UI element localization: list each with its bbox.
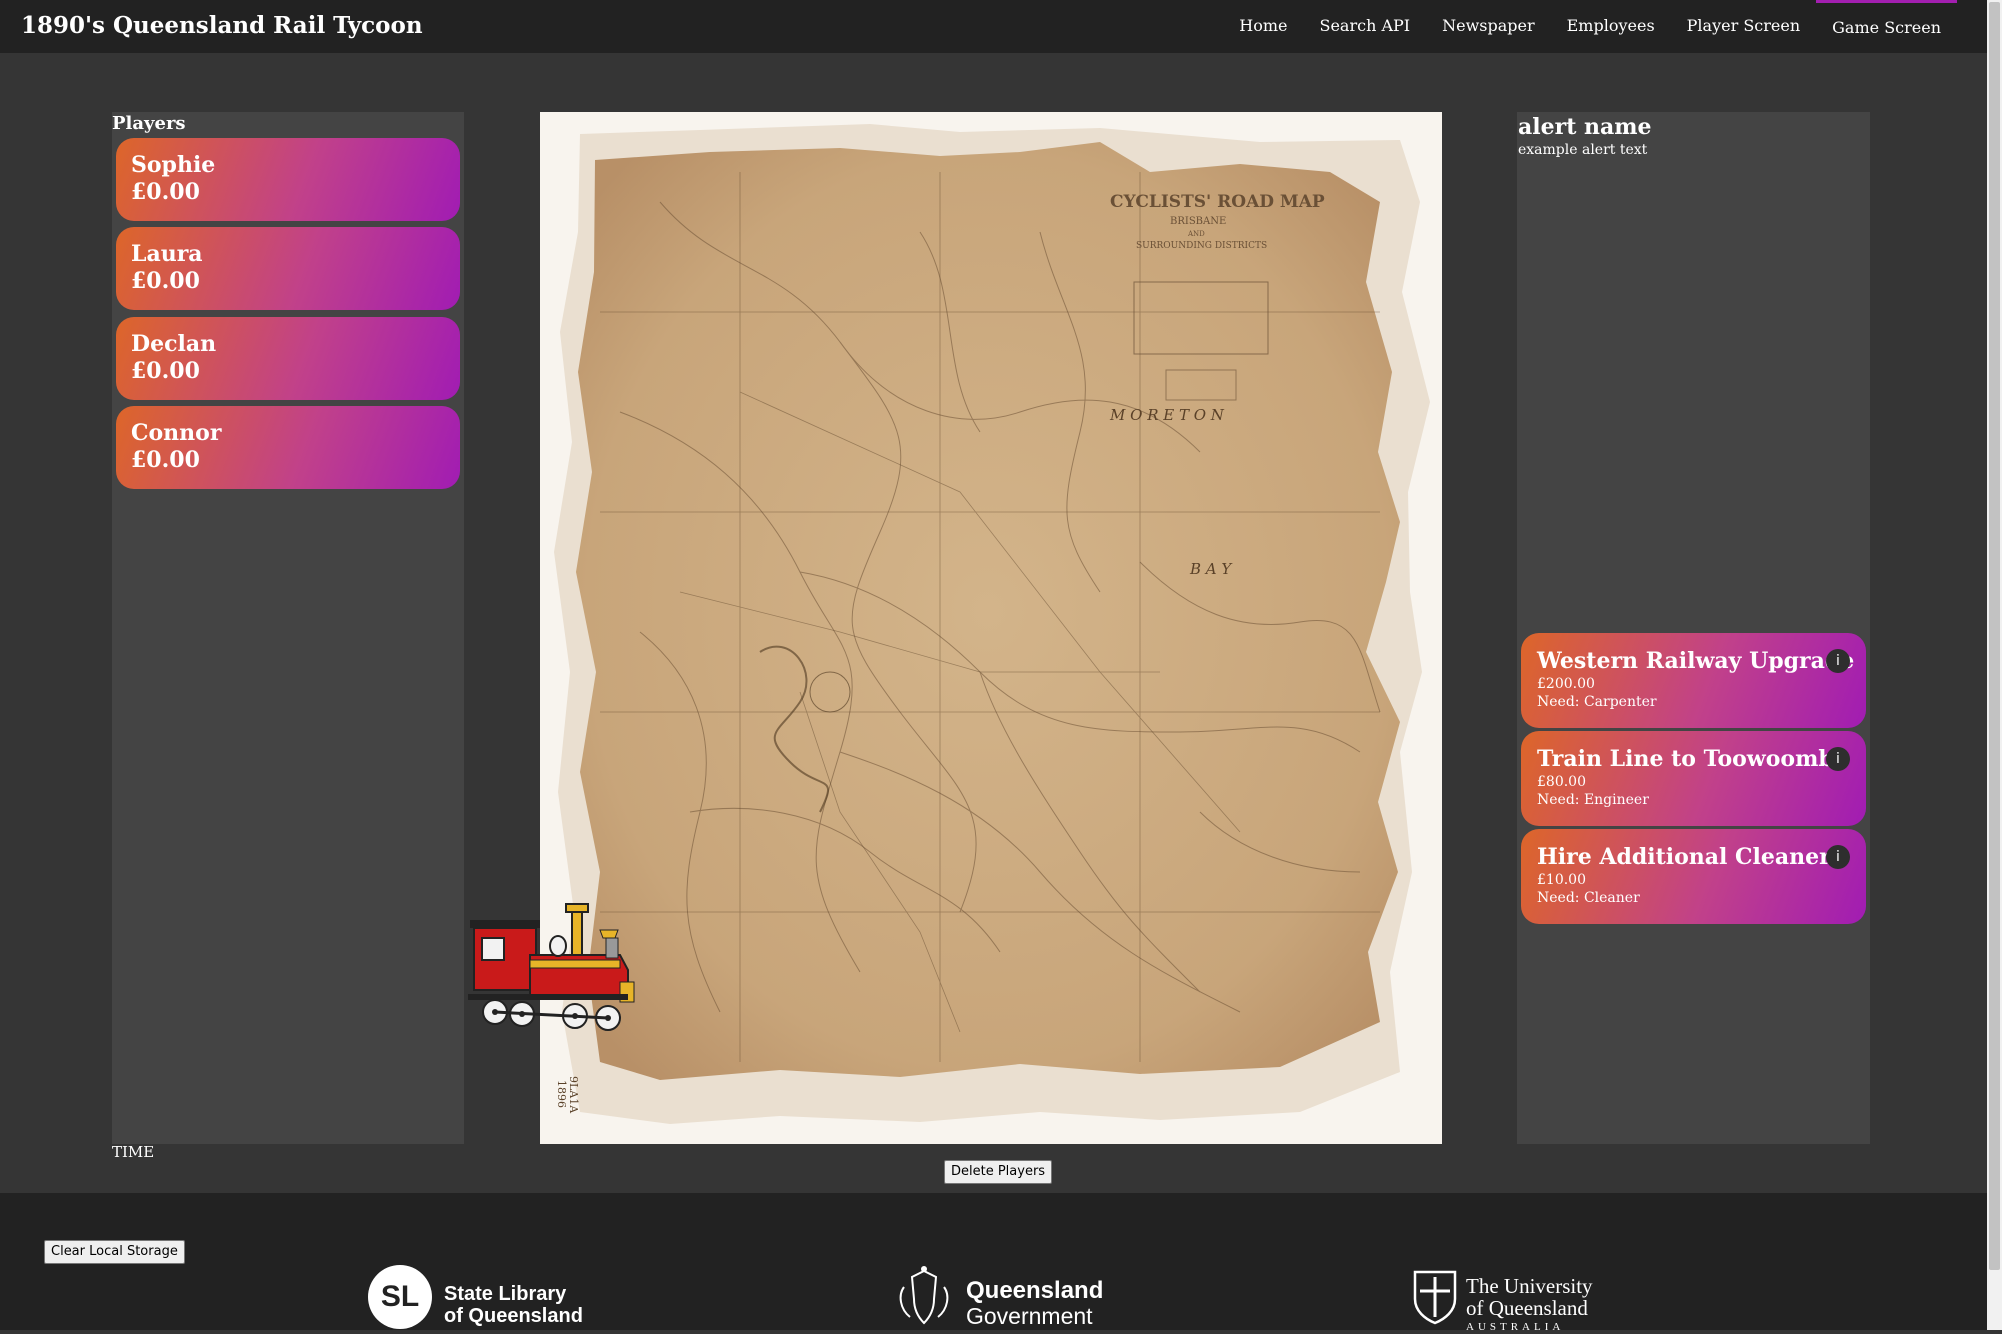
players-panel: Players Sophie £0.00 Laura £0.00 Declan …: [112, 112, 464, 1144]
map-catalogue-year: 1896: [555, 1080, 568, 1108]
alert-name: alert name: [1518, 114, 1652, 140]
map-label-moreton: M O R E T O N: [1109, 406, 1225, 424]
alert-text: example alert text: [1518, 142, 1648, 158]
info-icon[interactable]: i: [1826, 845, 1850, 869]
steam-locomotive-icon[interactable]: [460, 900, 640, 1038]
task-cost: £10.00: [1537, 872, 1586, 888]
historic-map-image: CYCLISTS' ROAD MAP BRISBANE AND SURROUND…: [540, 112, 1442, 1144]
scrollbar-thumb[interactable]: [1989, 2, 2000, 1270]
footer: SL State Library of Queensland Queenslan…: [0, 1193, 1987, 1333]
slq-line-2: of Queensland: [444, 1305, 583, 1327]
university-of-queensland-logo[interactable]: The University of Queensland AUSTRALIA: [1412, 1269, 1632, 1333]
task-title: Hire Additional Cleaners: [1537, 844, 1844, 870]
map-subtitle-3: SURROUNDING DISTRICTS: [1136, 241, 1267, 251]
qld-coat-of-arms-icon: [899, 1266, 949, 1325]
clear-local-storage-button[interactable]: Clear Local Storage: [44, 1240, 185, 1264]
info-icon[interactable]: i: [1826, 747, 1850, 771]
nav-newspaper[interactable]: Newspaper: [1426, 0, 1551, 53]
task-card-western-railway[interactable]: Western Railway Upgrade £200.00 Need: Ca…: [1521, 633, 1866, 728]
alert-panel: alert name example alert text Western Ra…: [1517, 112, 1870, 1144]
map-subtitle-1: BRISBANE: [1170, 216, 1226, 227]
player-card-declan[interactable]: Declan £0.00: [116, 317, 460, 400]
state-library-logo[interactable]: SL State Library of Queensland: [368, 1265, 588, 1329]
app-title[interactable]: 1890's Queensland Rail Tycoon: [21, 12, 423, 39]
nav-links: Home Search API Newspaper Employees Play…: [1223, 0, 1957, 53]
player-money: £0.00: [131, 358, 200, 384]
player-card-connor[interactable]: Connor £0.00: [116, 406, 460, 489]
player-name: Connor: [131, 420, 222, 446]
queensland-government-logo[interactable]: Queensland Government: [890, 1265, 1120, 1329]
top-navbar: 1890's Queensland Rail Tycoon Home Searc…: [0, 0, 1987, 53]
game-map[interactable]: CYCLISTS' ROAD MAP BRISBANE AND SURROUND…: [540, 112, 1442, 1144]
uq-line-2: of Queensland: [1466, 1296, 1588, 1320]
player-card-laura[interactable]: Laura £0.00: [116, 227, 460, 310]
page-scrollbar[interactable]: [1987, 0, 2002, 1330]
task-card-toowoomba-line[interactable]: Train Line to Toowoomba £80.00 Need: Eng…: [1521, 731, 1866, 826]
qld-line-2: Government: [966, 1303, 1093, 1329]
qld-line-1: Queensland: [966, 1277, 1104, 1304]
task-cost: £200.00: [1537, 676, 1595, 692]
player-money: £0.00: [131, 179, 200, 205]
uq-line-3: AUSTRALIA: [1466, 1321, 1565, 1333]
slq-mark: SL: [368, 1265, 432, 1329]
uq-crest-icon: [1413, 1270, 1457, 1325]
task-card-hire-cleaners[interactable]: Hire Additional Cleaners £10.00 Need: Cl…: [1521, 829, 1866, 924]
time-label: TIME: [112, 1143, 155, 1161]
nav-game-screen[interactable]: Game Screen: [1816, 0, 1957, 53]
task-need: Need: Carpenter: [1537, 694, 1657, 710]
slq-line-1: State Library: [444, 1283, 567, 1305]
delete-players-button[interactable]: Delete Players: [944, 1160, 1053, 1184]
nav-employees[interactable]: Employees: [1551, 0, 1671, 53]
player-card-sophie[interactable]: Sophie £0.00: [116, 138, 460, 221]
player-name: Sophie: [131, 152, 216, 178]
info-icon[interactable]: i: [1826, 649, 1850, 673]
player-name: Laura: [131, 241, 203, 267]
player-money: £0.00: [131, 268, 200, 294]
nav-search-api[interactable]: Search API: [1304, 0, 1427, 53]
task-title: Western Railway Upgrade: [1537, 648, 1855, 674]
map-label-bay: B A Y: [1189, 560, 1233, 578]
task-cost: £80.00: [1537, 774, 1586, 790]
nav-home[interactable]: Home: [1223, 0, 1303, 53]
task-need: Need: Cleaner: [1537, 890, 1640, 906]
map-title: CYCLISTS' ROAD MAP: [1110, 192, 1325, 212]
player-money: £0.00: [131, 447, 200, 473]
player-name: Declan: [131, 331, 217, 357]
task-need: Need: Engineer: [1537, 792, 1649, 808]
nav-player-screen[interactable]: Player Screen: [1671, 0, 1816, 53]
players-header: Players: [112, 113, 186, 134]
uq-line-1: The University: [1466, 1274, 1593, 1298]
task-title: Train Line to Toowoomba: [1537, 746, 1848, 772]
map-subtitle-2: AND: [1187, 230, 1205, 238]
